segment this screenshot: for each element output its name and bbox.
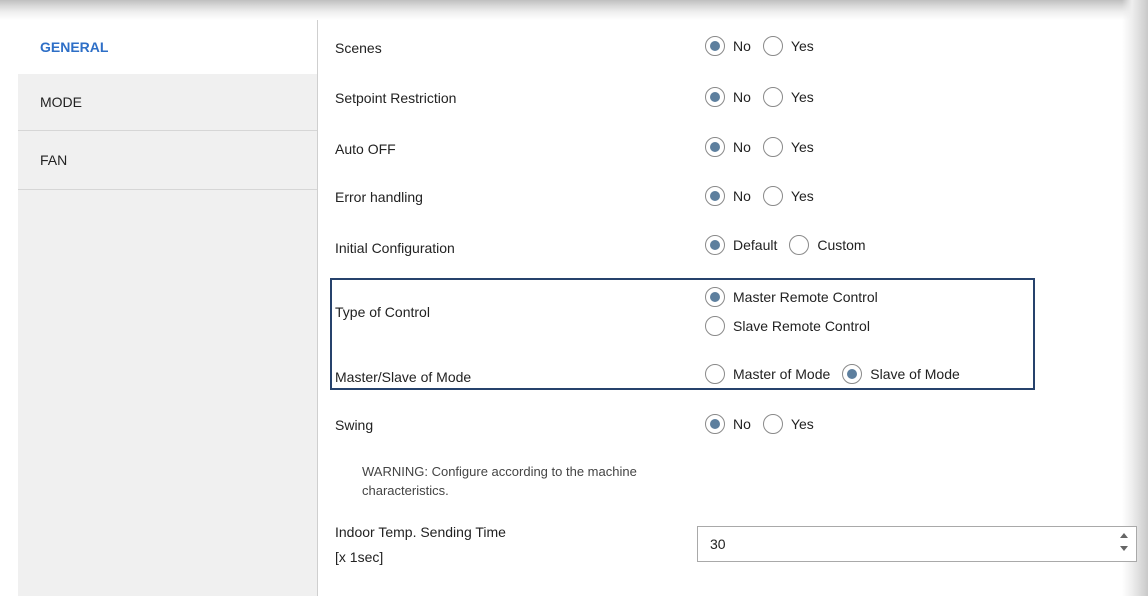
slave-remote-control-radio[interactable] xyxy=(705,316,725,336)
warning-text: WARNING: Configure according to the mach… xyxy=(362,464,637,498)
initial-configuration-custom-radio[interactable] xyxy=(789,235,810,255)
error-handling-no-radio[interactable] xyxy=(705,186,725,206)
scenes-yes-radio[interactable] xyxy=(762,36,783,56)
indoor-temp-sending-time-label: Indoor Temp. Sending Time xyxy=(335,524,506,540)
sidebar-item-label: GENERAL xyxy=(40,39,109,55)
error-handling-yes-radio[interactable] xyxy=(762,186,783,206)
indoor-temp-sending-time-value: 30 xyxy=(710,536,726,552)
master-remote-control-label: Master Remote Control xyxy=(733,289,878,305)
initial-configuration-options: Default Custom xyxy=(705,235,878,255)
slave-of-mode-label: Slave of Mode xyxy=(870,366,960,382)
window-shadow-top xyxy=(0,0,1148,20)
sidebar-item-mode[interactable]: MODE xyxy=(18,74,317,131)
master-slave-of-mode-label: Master/Slave of Mode xyxy=(335,369,472,385)
swing-options: No Yes xyxy=(705,414,826,434)
type-of-control-option-slave: Slave Remote Control xyxy=(705,316,882,336)
swing-no-radio[interactable] xyxy=(705,414,725,434)
error-handling-label: Error handling xyxy=(335,189,423,205)
type-of-control-label: Type of Control xyxy=(335,304,430,320)
setpoint-restriction-no-label: No xyxy=(733,89,751,105)
auto-off-no-label: No xyxy=(733,139,751,155)
spin-up-icon[interactable] xyxy=(1120,533,1128,538)
initial-configuration-default-label: Default xyxy=(733,237,778,253)
sidebar: GENERAL MODE FAN xyxy=(18,20,318,596)
spin-arrows xyxy=(1120,533,1130,555)
window: GENERAL MODE FAN Scenes No Yes Setpoint … xyxy=(0,0,1148,596)
initial-configuration-custom-label: Custom xyxy=(817,237,866,253)
swing-yes-radio[interactable] xyxy=(762,414,783,434)
indoor-temp-sending-time-spinbox[interactable]: 30 xyxy=(697,526,1137,562)
auto-off-yes-label: Yes xyxy=(790,139,814,155)
sidebar-item-label: FAN xyxy=(40,152,68,168)
auto-off-options: No Yes xyxy=(705,137,826,157)
spin-down-icon[interactable] xyxy=(1120,546,1128,551)
master-of-mode-radio[interactable] xyxy=(705,364,725,384)
auto-off-yes-radio[interactable] xyxy=(762,137,783,157)
master-of-mode-label: Master of Mode xyxy=(733,366,831,382)
setpoint-restriction-label: Setpoint Restriction xyxy=(335,90,457,106)
sidebar-item-general[interactable]: GENERAL xyxy=(18,20,317,74)
setpoint-restriction-options: No Yes xyxy=(705,87,826,107)
scenes-options: No Yes xyxy=(705,36,826,56)
master-remote-control-radio[interactable] xyxy=(705,287,725,307)
error-handling-yes-label: Yes xyxy=(790,188,814,204)
slave-remote-control-label: Slave Remote Control xyxy=(733,318,870,334)
error-handling-no-label: No xyxy=(733,188,751,204)
initial-configuration-label: Initial Configuration xyxy=(335,240,455,256)
slave-of-mode-radio[interactable] xyxy=(842,364,863,384)
auto-off-no-radio[interactable] xyxy=(705,137,725,157)
master-slave-of-mode-options: Master of Mode Slave of Mode xyxy=(705,364,972,384)
sidebar-item-label: MODE xyxy=(40,94,82,110)
scenes-no-radio[interactable] xyxy=(705,36,725,56)
type-of-control-option-master: Master Remote Control xyxy=(705,287,890,307)
window-shadow-right xyxy=(1122,0,1148,596)
scenes-yes-label: Yes xyxy=(790,38,814,54)
swing-no-label: No xyxy=(733,416,751,432)
swing-yes-label: Yes xyxy=(790,416,814,432)
setpoint-restriction-yes-label: Yes xyxy=(790,89,814,105)
auto-off-label: Auto OFF xyxy=(335,141,396,157)
sidebar-item-fan[interactable]: FAN xyxy=(18,131,317,190)
initial-configuration-default-radio[interactable] xyxy=(705,235,725,255)
setpoint-restriction-no-radio[interactable] xyxy=(705,87,725,107)
scenes-no-label: No xyxy=(733,38,751,54)
swing-label: Swing xyxy=(335,417,374,433)
setpoint-restriction-yes-radio[interactable] xyxy=(762,87,783,107)
scenes-label: Scenes xyxy=(335,40,382,56)
indoor-temp-sending-time-unit: [x 1sec] xyxy=(335,549,384,565)
error-handling-options: No Yes xyxy=(705,186,826,206)
